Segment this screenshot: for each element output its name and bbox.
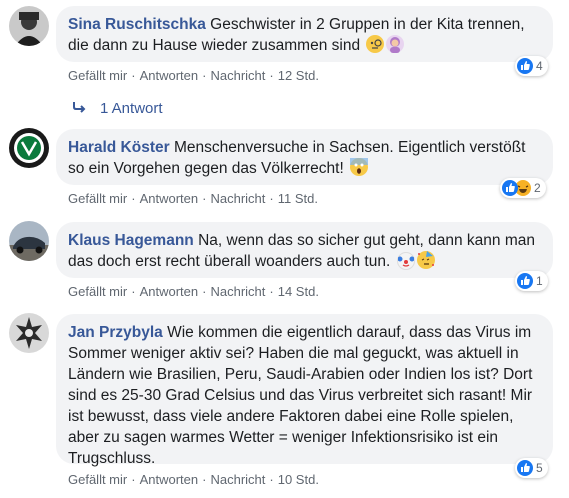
like-link[interactable]: Gefällt mir (68, 284, 127, 299)
separator: · (131, 191, 136, 206)
timestamp[interactable]: 12 Std. (278, 68, 319, 83)
timestamp[interactable]: 14 Std. (278, 284, 319, 299)
replies-count-label[interactable]: 1 Antwort (100, 100, 163, 117)
author-name[interactable]: Jan Przybyla (68, 324, 163, 341)
reply-link[interactable]: Antworten (140, 68, 199, 83)
clown-face-emoji (396, 252, 415, 270)
avatar[interactable] (9, 313, 49, 353)
screaming-face-emoji (350, 158, 369, 176)
like-reaction-icon (502, 180, 518, 196)
reply-arrow-icon (72, 100, 86, 117)
author-name[interactable]: Klaus Hagemann (68, 232, 194, 249)
separator: · (269, 472, 274, 487)
separator: · (131, 68, 136, 83)
like-reaction-icon (517, 460, 533, 476)
comment-actions: Gefällt mir · Antworten · Nachricht · 11 Std. (68, 191, 318, 206)
reaction-summary[interactable]: 5 (515, 458, 548, 478)
timestamp[interactable]: 10 Std. (278, 472, 319, 487)
separator: · (131, 472, 136, 487)
separator: · (269, 191, 274, 206)
avatar[interactable] (9, 6, 49, 46)
comment-actions: Gefällt mir · Antworten · Nachricht · 14 Std. (68, 284, 319, 299)
comment-actions: Gefällt mir · Antworten · Nachricht · 10 Std. (68, 472, 319, 487)
timestamp[interactable]: 11 Std. (278, 191, 318, 206)
reply-link[interactable]: Antworten (140, 284, 199, 299)
reaction-summary[interactable]: 2 (500, 178, 546, 198)
woman-facepalming-emoji (386, 35, 405, 53)
like-reaction-icon (517, 58, 533, 74)
reaction-count: 4 (536, 59, 543, 73)
message-link[interactable]: Nachricht (210, 191, 265, 206)
separator: · (269, 284, 274, 299)
message-link[interactable]: Nachricht (210, 472, 265, 487)
reaction-summary[interactable]: 4 (515, 56, 548, 76)
reaction-count: 1 (536, 274, 543, 288)
reply-link[interactable]: Antworten (140, 472, 199, 487)
avatar[interactable] (9, 221, 49, 261)
separator: · (131, 284, 136, 299)
separator: · (269, 68, 274, 83)
comment-bubble: Harald Köster Menschenversuche in Sachse… (56, 129, 553, 185)
like-link[interactable]: Gefällt mir (68, 68, 127, 83)
reply-link[interactable]: Antworten (140, 191, 199, 206)
separator: · (202, 68, 207, 83)
comment-text: Wie kommen die eigentlich darauf, dass d… (68, 324, 533, 467)
reaction-summary[interactable]: 1 (515, 271, 548, 291)
comment-bubble: Sina Ruschitschka Geschwister in 2 Grupp… (56, 6, 553, 62)
author-name[interactable]: Harald Köster (68, 139, 170, 156)
like-reaction-icon (517, 273, 533, 289)
view-replies-link[interactable]: 1 Antwort (72, 100, 163, 117)
reaction-count: 5 (536, 461, 543, 475)
message-link[interactable]: Nachricht (210, 68, 265, 83)
author-name[interactable]: Sina Ruschitschka (68, 16, 206, 33)
separator: · (202, 191, 207, 206)
partying-face-emoji (416, 251, 435, 269)
message-link[interactable]: Nachricht (210, 284, 265, 299)
monocle-face-emoji (366, 35, 385, 53)
comment-bubble: Jan Przybyla Wie kommen die eigentlich d… (56, 314, 553, 467)
avatar[interactable] (9, 128, 49, 168)
comment-bubble: Klaus Hagemann Na, wenn das so sicher gu… (56, 222, 553, 278)
reaction-count: 2 (534, 181, 541, 195)
separator: · (202, 284, 207, 299)
comment-actions: Gefällt mir · Antworten · Nachricht · 12 Std. (68, 68, 319, 83)
like-link[interactable]: Gefällt mir (68, 191, 127, 206)
like-link[interactable]: Gefällt mir (68, 472, 127, 487)
separator: · (202, 472, 207, 487)
